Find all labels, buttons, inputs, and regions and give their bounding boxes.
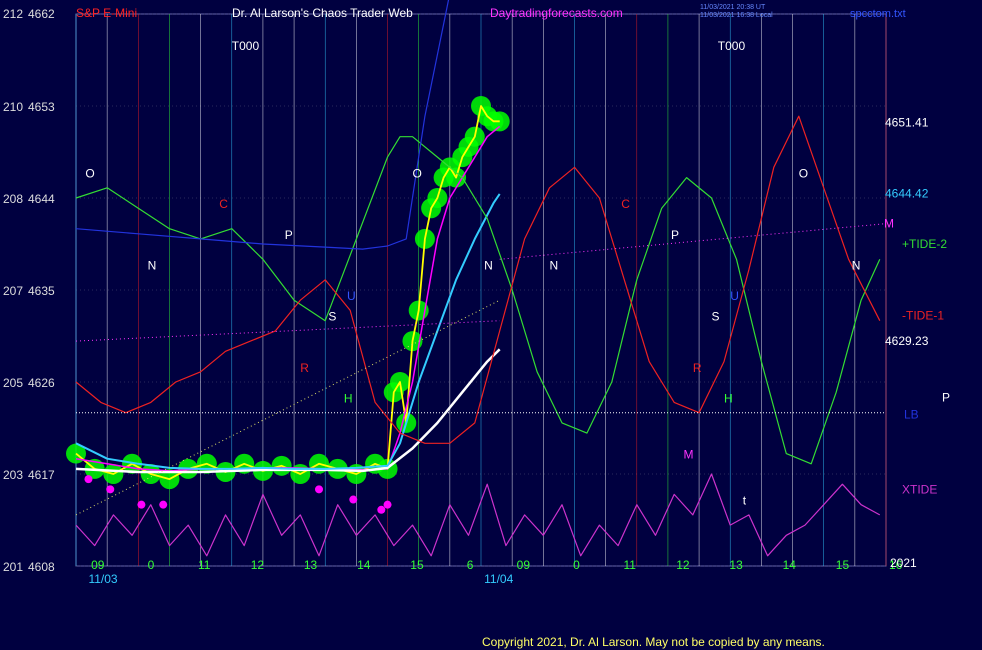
y-angle-label: 201 — [3, 560, 23, 574]
marker-label: T000 — [718, 39, 746, 53]
marker-label: O — [799, 167, 808, 181]
y-label-212: 212 — [3, 7, 23, 21]
right-label: XTIDE — [902, 482, 937, 496]
marker-label: U — [730, 289, 739, 303]
y-price-label: 4626 — [28, 376, 55, 390]
marker-label: O — [412, 167, 421, 181]
marker-label: R — [693, 361, 702, 375]
year-label: 2021 — [890, 556, 917, 570]
right-label: 4651.41 — [885, 115, 929, 129]
right-label: 4629.23 — [885, 334, 929, 348]
timestamp-ut: 11/03/2021 20:38 UT — [700, 4, 766, 11]
x-hour-tick-label: 11 — [623, 558, 636, 572]
price-low-dot — [349, 495, 358, 504]
chart: 210 4653 208 4644 207 4635 205 4626 203 4617 201 46… — [0, 0, 982, 650]
x-hour-tick-label: 15 — [410, 558, 424, 572]
copyright: Copyright 2021, Dr. Al Larson. May not b… — [482, 635, 825, 649]
marker-label: C — [219, 197, 228, 211]
price-low-dot — [137, 500, 146, 509]
timestamp-local: 11/03/2021 16:38 Local — [700, 12, 773, 19]
y-price-label: 4653 — [28, 100, 55, 114]
marker-label: N — [852, 259, 861, 273]
y-angle-label: 210 — [3, 100, 23, 114]
x-hour-tick-label: 11 — [198, 558, 211, 572]
right-label: -TIDE-1 — [902, 309, 944, 323]
marker-label: N — [484, 259, 493, 273]
x-hour-tick-label: 15 — [836, 558, 850, 572]
y-price-label: 4617 — [28, 468, 55, 482]
marker-label: R — [300, 361, 309, 375]
x-hour-tick-label: 13 — [729, 558, 743, 572]
x-hour-tick-label: 13 — [304, 558, 318, 572]
file-name: spcctom.txt — [850, 8, 906, 20]
x-date-label: 11/04 — [484, 572, 513, 586]
x-date-label: 11/03 — [88, 572, 117, 586]
price-low-dot — [106, 485, 115, 494]
x-hour-tick-label: 14 — [357, 558, 371, 572]
site-link[interactable]: Daytradingforecasts.com — [490, 6, 623, 20]
marker-label: H — [724, 391, 733, 405]
y-label-4662: 4662 — [28, 7, 55, 21]
price-low-dot — [315, 485, 323, 494]
marker-label: N — [148, 259, 157, 273]
x-hour-tick-label: 0 — [148, 558, 155, 572]
chart-background — [0, 0, 982, 650]
price-low-dot — [159, 500, 168, 509]
y-angle-label: 205 — [3, 376, 23, 390]
y-angle-label: 203 — [3, 468, 23, 482]
marker-label: O — [85, 167, 94, 181]
marker-label: T000 — [232, 39, 260, 53]
price-low-dot — [84, 475, 93, 484]
marker-label: S — [328, 310, 336, 324]
marker-label: C — [621, 197, 630, 211]
x-hour-tick-label: 09 — [517, 558, 531, 572]
app-title: Dr. Al Larson's Chaos Trader Web — [232, 6, 413, 20]
y-price-label: 4644 — [28, 192, 55, 206]
right-label: 4644.42 — [885, 187, 929, 201]
marker-label: M — [684, 448, 694, 462]
marker-label: P — [671, 228, 679, 242]
x-hour-tick-label: 6 — [467, 558, 474, 572]
instrument-title: S&P E-Mini — [76, 6, 137, 20]
marker-label: H — [344, 391, 353, 405]
y-angle-label: 207 — [3, 284, 23, 298]
right-label: P — [942, 390, 950, 404]
marker-label: U — [347, 289, 356, 303]
right-label: LB — [904, 408, 919, 422]
x-hour-tick-label: 12 — [251, 558, 265, 572]
price-low-dot — [383, 500, 392, 509]
y-angle-label: 208 — [3, 192, 23, 206]
x-hour-tick-label: 12 — [676, 558, 690, 572]
price-low-dot — [377, 505, 386, 514]
marker-label: N — [550, 259, 559, 273]
right-label: +TIDE-2 — [902, 237, 947, 251]
y-price-label: 4608 — [28, 560, 55, 574]
y-price-label: 4635 — [28, 284, 55, 298]
x-hour-tick-label: 14 — [783, 558, 797, 572]
right-label: M — [884, 217, 894, 231]
marker-label: P — [285, 228, 293, 242]
x-hour-tick-label: 09 — [91, 558, 105, 572]
x-hour-tick-label: 0 — [573, 558, 580, 572]
marker-label: S — [712, 310, 720, 324]
